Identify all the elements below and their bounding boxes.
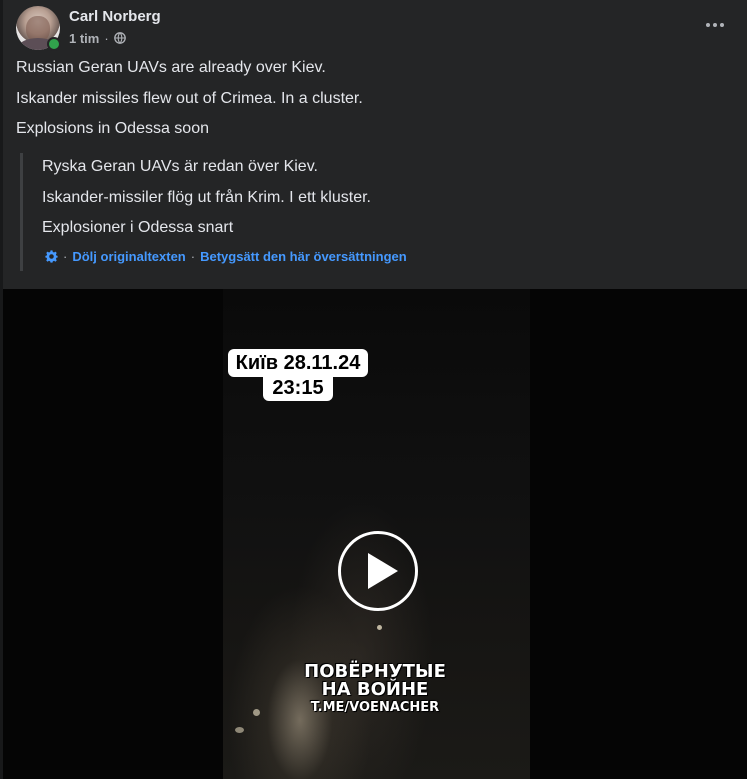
author-name[interactable]: Carl Norberg [69,8,161,25]
more-options-button[interactable] [697,9,733,41]
online-status-dot [47,37,61,51]
more-horizontal-icon [706,23,724,27]
translation-separator: · [63,249,68,264]
video-date-label: Київ 28.11.24 [227,349,369,377]
meta-separator: · [104,30,109,46]
author-avatar-container[interactable] [16,6,61,51]
rate-translation-link[interactable]: Betygsätt den här översättningen [200,249,407,264]
post-text-line: Iskander missiles flew out of Crimea. In… [16,89,363,107]
video-player[interactable]: Київ 28.11.24 23:15 ПОВЁРНУТЫЕ НА ВОЙНЕ … [3,289,747,779]
play-button[interactable] [338,531,418,611]
translation-lines: Ryska Geran UAVs är redan över Kiev. Isk… [42,157,371,249]
play-icon [368,553,398,589]
translation-separator: · [190,249,196,264]
video-light [235,727,244,733]
translation-block: Ryska Geran UAVs är redan över Kiev. Isk… [20,153,723,271]
post-text-line: Explosions in Odessa soon [16,120,209,137]
translation-actions: · Dölj originaltexten · Betygsätt den hä… [45,249,407,264]
globe-icon[interactable] [113,32,126,44]
hide-original-link[interactable]: Dölj originaltexten [72,249,185,264]
video-light [253,709,260,716]
translation-text-line: Explosioner i Odessa snart [42,219,234,236]
post-timestamp[interactable]: 1 tim [69,31,99,46]
video-light [377,625,382,630]
gear-icon[interactable] [45,250,58,263]
post-meta: 1 tim · [69,30,126,46]
post-card: Carl Norberg 1 tim · Russian Geran UAVs … [3,0,747,779]
watermark-line: T.ME/VOENACHER [310,700,440,715]
translation-text-line: Ryska Geran UAVs är redan över Kiev. [42,158,318,175]
video-timestamp-overlay: Київ 28.11.24 23:15 [226,349,370,405]
video-time-label: 23:15 [263,375,333,401]
post-body: Russian Geran UAVs are already over Kiev… [16,58,726,150]
video-watermark: ПОВЁРНУТЫЕ НА ВОЙНЕ T.ME/VOENACHER [303,663,447,717]
translation-text-line: Iskander-missiler flög ut från Krim. I e… [42,188,371,206]
post-header: Carl Norberg 1 tim · [3,0,747,58]
post-text-line: Russian Geran UAVs are already over Kiev… [16,59,326,76]
watermark-line: НА ВОЙНЕ [321,679,429,700]
